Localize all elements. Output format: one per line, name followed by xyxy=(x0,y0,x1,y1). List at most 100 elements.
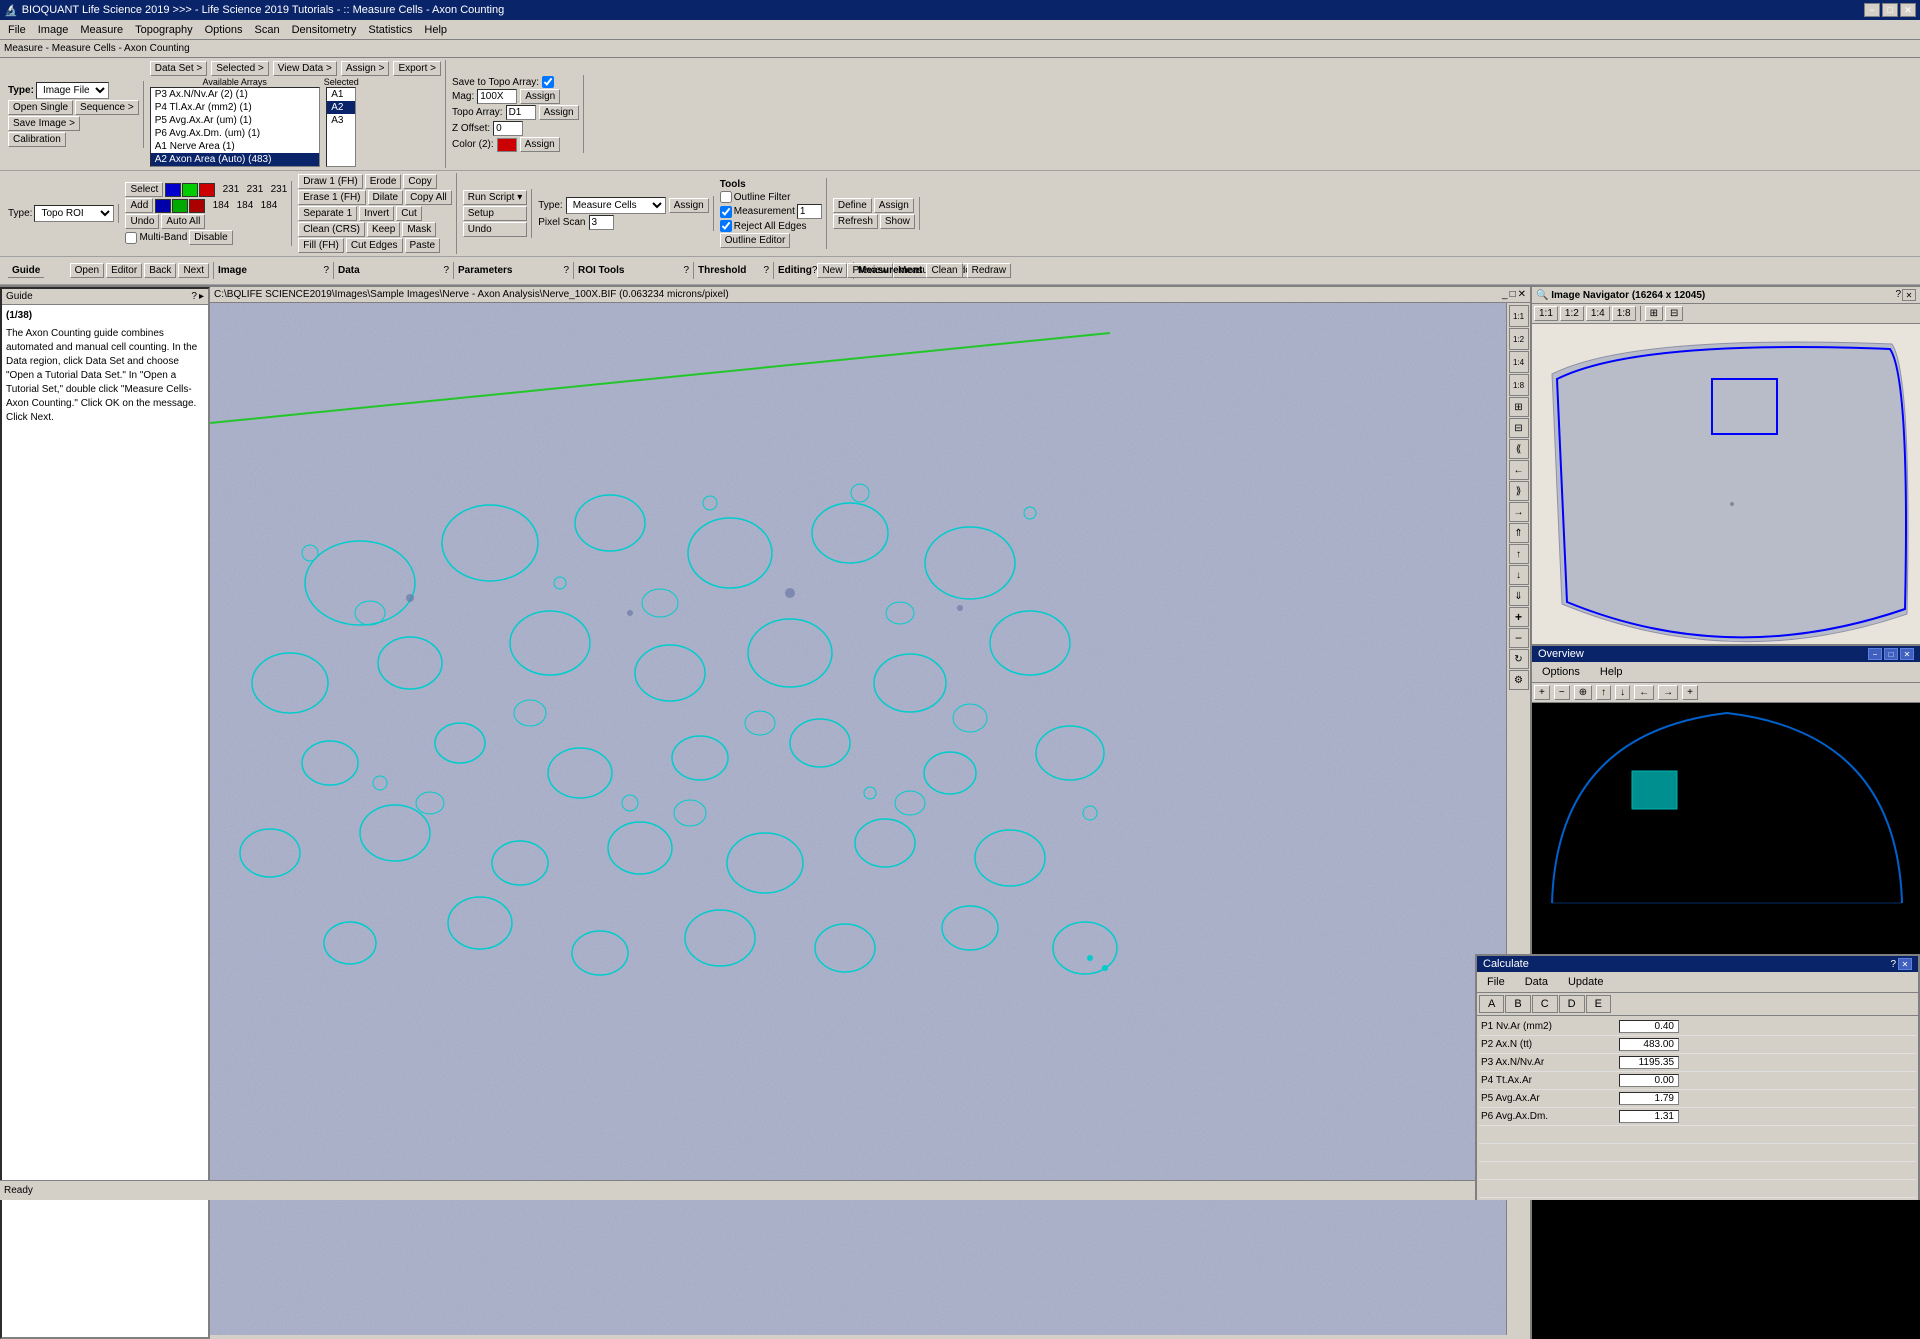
guide-help-icon[interactable]: ? xyxy=(191,291,197,302)
calc-tab-c[interactable]: C xyxy=(1532,995,1558,1013)
nav-zoom-1-4[interactable]: 1:4 xyxy=(1586,306,1610,321)
zoom-1-4[interactable]: 1:4 xyxy=(1509,351,1529,373)
overview-add-btn[interactable]: + xyxy=(1682,685,1698,700)
topo-array-input[interactable] xyxy=(506,105,536,120)
move-down-fast-icon[interactable]: ⇓ xyxy=(1509,586,1529,606)
zoom-1-1[interactable]: 1:1 xyxy=(1509,305,1529,327)
menu-measure[interactable]: Measure xyxy=(74,22,129,38)
image-minimize-icon[interactable]: _ xyxy=(1502,289,1508,300)
select-button[interactable]: Select xyxy=(125,182,163,197)
disable-button[interactable]: Disable xyxy=(189,230,232,245)
menu-statistics[interactable]: Statistics xyxy=(362,22,418,38)
overview-help-menu[interactable]: Help xyxy=(1594,664,1629,680)
guide-next-button[interactable]: Next xyxy=(178,263,209,278)
overview-zoom-in-btn[interactable]: + xyxy=(1534,685,1550,700)
array-item-p3[interactable]: P3 Ax.N/Nv.Ar (2) (1) xyxy=(151,88,319,101)
add-button[interactable]: Add xyxy=(125,198,153,213)
pixel-scan-input[interactable] xyxy=(589,215,614,230)
calc-tab-b[interactable]: B xyxy=(1505,995,1530,1013)
separate-button[interactable]: Separate 1 xyxy=(298,206,357,221)
nav-zoom-1-8[interactable]: 1:8 xyxy=(1612,306,1636,321)
menu-densitometry[interactable]: Densitometry xyxy=(286,22,363,38)
array-item-p7[interactable]: P7 Axon Diameter (Auto) (483) xyxy=(151,166,319,167)
outline-filter-check[interactable] xyxy=(720,191,732,203)
move-up-icon[interactable]: ↑ xyxy=(1509,544,1529,564)
calc-update-menu[interactable]: Update xyxy=(1562,974,1609,990)
window-controls[interactable]: − □ ✕ xyxy=(1864,3,1916,17)
zoom-1-2[interactable]: 1:2 xyxy=(1509,328,1529,350)
assign-color-button[interactable]: Assign xyxy=(520,137,560,152)
measurement-value-input[interactable] xyxy=(797,204,822,219)
measurement-check[interactable] xyxy=(720,206,732,218)
overview-fit-btn[interactable]: ⊕ xyxy=(1574,685,1592,700)
mag-input[interactable] xyxy=(477,89,517,104)
overview-minimize-icon[interactable]: − xyxy=(1868,648,1882,660)
maximize-button[interactable]: □ xyxy=(1882,3,1898,17)
close-button[interactable]: ✕ xyxy=(1900,3,1916,17)
data-set-button[interactable]: Data Set > xyxy=(150,61,208,76)
multi-band-checkbox[interactable] xyxy=(125,232,137,244)
fit-height-icon[interactable]: ⊟ xyxy=(1509,418,1529,438)
nav-fit-h[interactable]: ⊞ xyxy=(1645,306,1663,321)
array-item-p5[interactable]: P5 Avg.Ax.Ar (um) (1) xyxy=(151,114,319,127)
overview-restore-icon[interactable]: □ xyxy=(1884,648,1898,660)
selected-a3[interactable]: A3 xyxy=(327,114,355,127)
run-script-button[interactable]: Run Script ▾ xyxy=(463,190,527,205)
calibration-button[interactable]: Calibration xyxy=(8,132,66,147)
show-button[interactable]: Show xyxy=(880,214,915,229)
menu-scan[interactable]: Scan xyxy=(249,22,286,38)
dilate-button[interactable]: Dilate xyxy=(368,190,404,205)
calc-win-controls[interactable]: ? ✕ xyxy=(1890,958,1912,970)
move-left-icon[interactable]: ← xyxy=(1509,460,1529,480)
overview-win-controls[interactable]: − □ ✕ xyxy=(1868,648,1914,660)
color2-swatch[interactable] xyxy=(497,138,517,152)
nav-fit-v[interactable]: ⊟ xyxy=(1665,306,1683,321)
menu-options[interactable]: Options xyxy=(199,22,249,38)
calc-file-menu[interactable]: File xyxy=(1481,974,1511,990)
move-left-fast-icon[interactable]: ⟪ xyxy=(1509,439,1529,459)
auto-all-button[interactable]: Auto All xyxy=(161,214,205,229)
calc-tab-a[interactable]: A xyxy=(1479,995,1504,1013)
overview-options-menu[interactable]: Options xyxy=(1536,664,1586,680)
new-button[interactable]: New xyxy=(817,263,847,278)
z-offset-input[interactable] xyxy=(493,121,523,136)
rotate-icon[interactable]: ↻ xyxy=(1509,649,1529,669)
clean-button[interactable]: Clean xyxy=(926,263,962,278)
navigator-win-controls[interactable]: ? ✕ xyxy=(1895,289,1916,301)
calc-close-icon[interactable]: ✕ xyxy=(1898,958,1912,970)
move-down-icon[interactable]: ↓ xyxy=(1509,565,1529,585)
invert-button[interactable]: Invert xyxy=(359,206,394,221)
refresh-button[interactable]: Refresh xyxy=(833,214,878,229)
assign-left-button[interactable]: Assign > xyxy=(341,61,390,76)
copy-all-button[interactable]: Copy All xyxy=(405,190,452,205)
outline-editor-button[interactable]: Outline Editor xyxy=(720,233,791,248)
menu-help[interactable]: Help xyxy=(418,22,453,38)
minimize-button[interactable]: − xyxy=(1864,3,1880,17)
view-data-button[interactable]: View Data > xyxy=(273,61,337,76)
fit-width-icon[interactable]: ⊞ xyxy=(1509,397,1529,417)
array-item-a1[interactable]: A1 Nerve Area (1) xyxy=(151,140,319,153)
overview-up-btn[interactable]: ↑ xyxy=(1596,685,1611,700)
overview-close-icon[interactable]: ✕ xyxy=(1900,648,1914,660)
export-button[interactable]: Export > xyxy=(393,61,441,76)
overview-right-btn[interactable]: → xyxy=(1658,685,1678,700)
setup-button[interactable]: Setup xyxy=(463,206,527,221)
copy-button[interactable]: Copy xyxy=(403,174,436,189)
guide-editor-button[interactable]: Editor xyxy=(106,263,142,278)
undo2-button[interactable]: Undo xyxy=(463,222,527,237)
define-button[interactable]: Define xyxy=(833,198,872,213)
open-single-button[interactable]: Open Single xyxy=(8,100,73,115)
menu-topography[interactable]: Topography xyxy=(129,22,199,38)
measure-cells-select[interactable]: Measure Cells xyxy=(566,197,666,214)
selected-a1[interactable]: A1 xyxy=(327,88,355,101)
guide-open-button[interactable]: Open xyxy=(70,263,104,278)
cut-button[interactable]: Cut xyxy=(396,206,422,221)
save-image-button[interactable]: Save Image > xyxy=(8,116,80,131)
navigator-close-icon[interactable]: ✕ xyxy=(1902,289,1916,301)
move-up-fast-icon[interactable]: ⇑ xyxy=(1509,523,1529,543)
menu-file[interactable]: File xyxy=(2,22,32,38)
selected-a2[interactable]: A2 xyxy=(327,101,355,114)
overview-down-btn[interactable]: ↓ xyxy=(1615,685,1630,700)
paste-button[interactable]: Paste xyxy=(405,238,441,253)
redraw-button[interactable]: Redraw xyxy=(967,263,1011,278)
